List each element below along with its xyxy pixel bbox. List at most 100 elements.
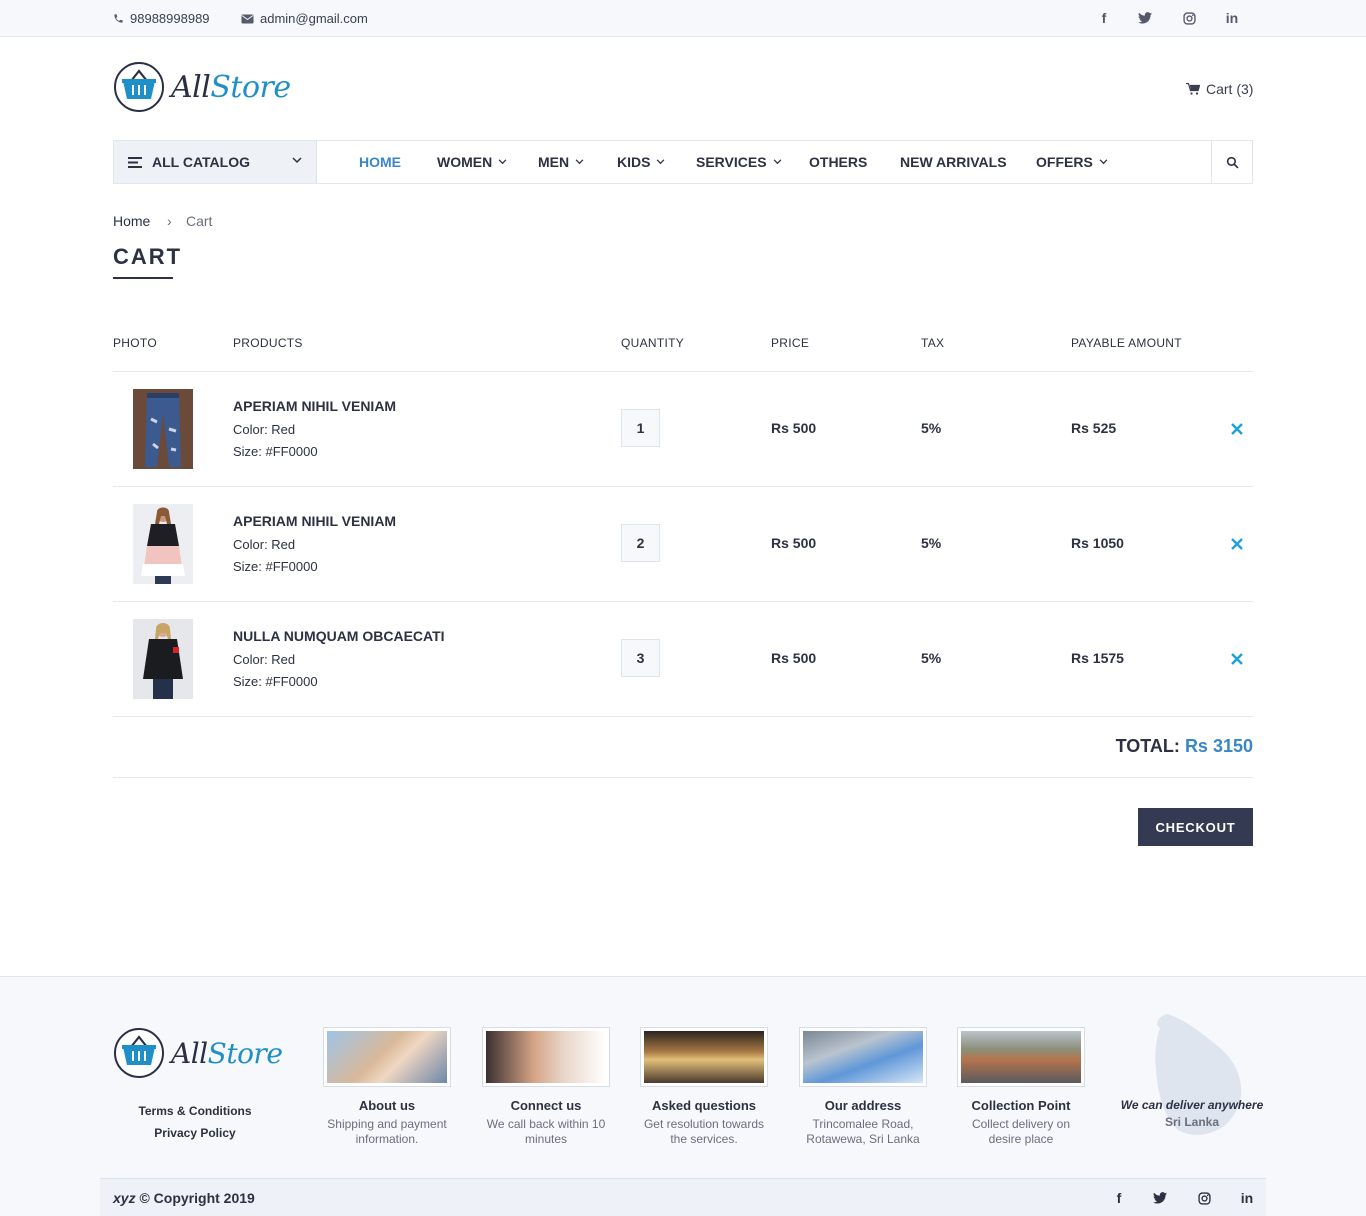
twitter-icon[interactable] [1152,1190,1168,1206]
copyright-text: © Copyright 2019 [135,1190,255,1206]
chevron-down-icon [773,159,781,165]
instagram-icon[interactable] [1196,1190,1212,1206]
basket-logo-icon [114,62,164,112]
feature-connect-us[interactable]: Connect us We call back within 10 minute… [482,1027,610,1147]
delivery-info: We can deliver anywhere Sri Lanka [1120,1098,1264,1129]
nav-services[interactable]: SERVICES [696,154,782,170]
product-image-black-top[interactable] [133,619,193,699]
payable-value: Rs 525 [1071,420,1117,436]
all-catalog-dropdown[interactable]: ALL CATALOG [114,141,317,183]
product-name[interactable]: NULLA NUMQUAM OBCAECATI [233,628,445,644]
email-address: admin@gmail.com [260,11,368,26]
feature-title: Collection Point [971,1098,1071,1113]
chevron-down-icon [575,159,584,165]
facebook-icon[interactable]: f [1096,10,1112,26]
product-image-blouse[interactable] [133,504,193,584]
header-photo: PHOTO [113,336,157,350]
feature-our-address[interactable]: Our address Trincomalee Road, Rotawewa, … [799,1027,927,1147]
bottom-bar [100,1178,1266,1216]
tax-value: 5% [921,535,942,551]
title-underline [113,277,173,279]
privacy-link[interactable]: Privacy Policy [113,1126,277,1140]
envelope-icon [241,14,254,23]
cart-label: Cart (3) [1206,81,1254,97]
phone-contact[interactable]: 98988998989 [113,11,210,26]
tax-value: 5% [921,650,942,666]
table-divider [113,486,1253,487]
nav-women-label: WOMEN [437,154,493,170]
product-name[interactable]: APERIAM NIHIL VENIAM [233,513,396,529]
total-label: TOTAL: [1115,736,1180,756]
breadcrumb-home[interactable]: Home [113,213,150,229]
product-name[interactable]: APERIAM NIHIL VENIAM [233,398,396,414]
feature-title: About us [358,1098,416,1113]
feature-title: Our address [824,1098,902,1113]
email-contact[interactable]: admin@gmail.com [241,11,368,26]
deliver-line-2: Sri Lanka [1164,1115,1220,1129]
feature-collection-point[interactable]: Collection Point Collect delivery on des… [957,1027,1085,1147]
price-value: Rs 500 [771,535,817,551]
footer-logo[interactable]: AllStore [113,1027,283,1079]
nav-home[interactable]: HOME [359,154,401,170]
copyright-brand: xyz [113,1190,136,1206]
search-icon [1226,156,1238,168]
linkedin-icon[interactable]: in [1239,1190,1255,1206]
feature-title: Asked questions [651,1098,757,1113]
feature-desc: Collect delivery on desire place [971,1117,1071,1146]
nav-others[interactable]: OTHERS [809,154,867,170]
quantity-field[interactable]: 2 [621,524,660,562]
nav-women[interactable]: WOMEN [437,154,507,170]
nav-men[interactable]: MEN [538,154,584,170]
chevron-down-icon [1099,159,1108,165]
product-size: Size: #FF0000 [233,444,318,459]
search-button[interactable] [1211,141,1252,183]
deliver-line-1: We can deliver anywhere [1120,1098,1264,1112]
nav-kids[interactable]: KIDS [617,154,665,170]
facebook-icon[interactable]: f [1111,1190,1127,1206]
product-size: Size: #FF0000 [233,674,318,689]
logo-text: AllStore [171,70,291,105]
footer-logo-text: AllStore [171,1037,283,1070]
phone-icon [114,14,123,23]
price-value: Rs 500 [771,650,817,666]
cart-total: TOTAL: Rs 3150 [1116,736,1253,757]
instagram-icon[interactable] [1181,10,1197,26]
nav-offers-label: OFFERS [1036,154,1093,170]
nav-new-arrivals[interactable]: NEW ARRIVALS [900,154,1007,170]
our-address-image [799,1027,927,1087]
nav-others-label: OTHERS [809,154,868,170]
remove-item-icon[interactable] [1229,536,1245,552]
table-divider [113,716,1253,717]
header-tax: TAX [921,336,945,350]
site-logo[interactable]: AllStore [113,61,291,113]
linkedin-icon[interactable]: in [1224,10,1240,26]
quantity-field[interactable]: 1 [621,409,660,447]
checkout-button[interactable]: CHECKOUT [1138,808,1253,846]
product-image-jeans[interactable] [133,389,193,469]
total-divider [113,777,1253,778]
logo-text-store: Store [210,69,291,105]
feature-about-us[interactable]: About us Shipping and payment informatio… [323,1027,451,1147]
nav-services-label: SERVICES [696,154,767,170]
header-payable-amount: PAYABLE AMOUNT [1071,336,1182,350]
remove-item-icon[interactable] [1229,651,1245,667]
quantity-field[interactable]: 3 [621,639,660,677]
page-title: CART [113,244,183,269]
top-bar: 98988998989 admin@gmail.com f in [0,0,1366,37]
breadcrumb-separator: › [167,213,172,229]
header-cart-link[interactable]: Cart (3) [1186,81,1253,97]
product-color: Color: Red [233,652,296,667]
product-color: Color: Red [233,422,296,437]
terms-link[interactable]: Terms & Conditions [113,1104,277,1118]
cart-icon [1186,83,1200,95]
feature-asked-questions[interactable]: Asked questions Get resolution towards t… [640,1027,768,1147]
nav-offers[interactable]: OFFERS [1036,154,1108,170]
twitter-icon[interactable] [1137,10,1153,26]
nav-kids-label: KIDS [617,154,651,170]
product-color: Color: Red [233,537,296,552]
nav-men-label: MEN [538,154,570,170]
payable-value: Rs 1050 [1071,535,1124,551]
remove-item-icon[interactable] [1229,421,1245,437]
breadcrumb-current: Cart [186,213,213,229]
chevron-down-icon [657,159,665,165]
